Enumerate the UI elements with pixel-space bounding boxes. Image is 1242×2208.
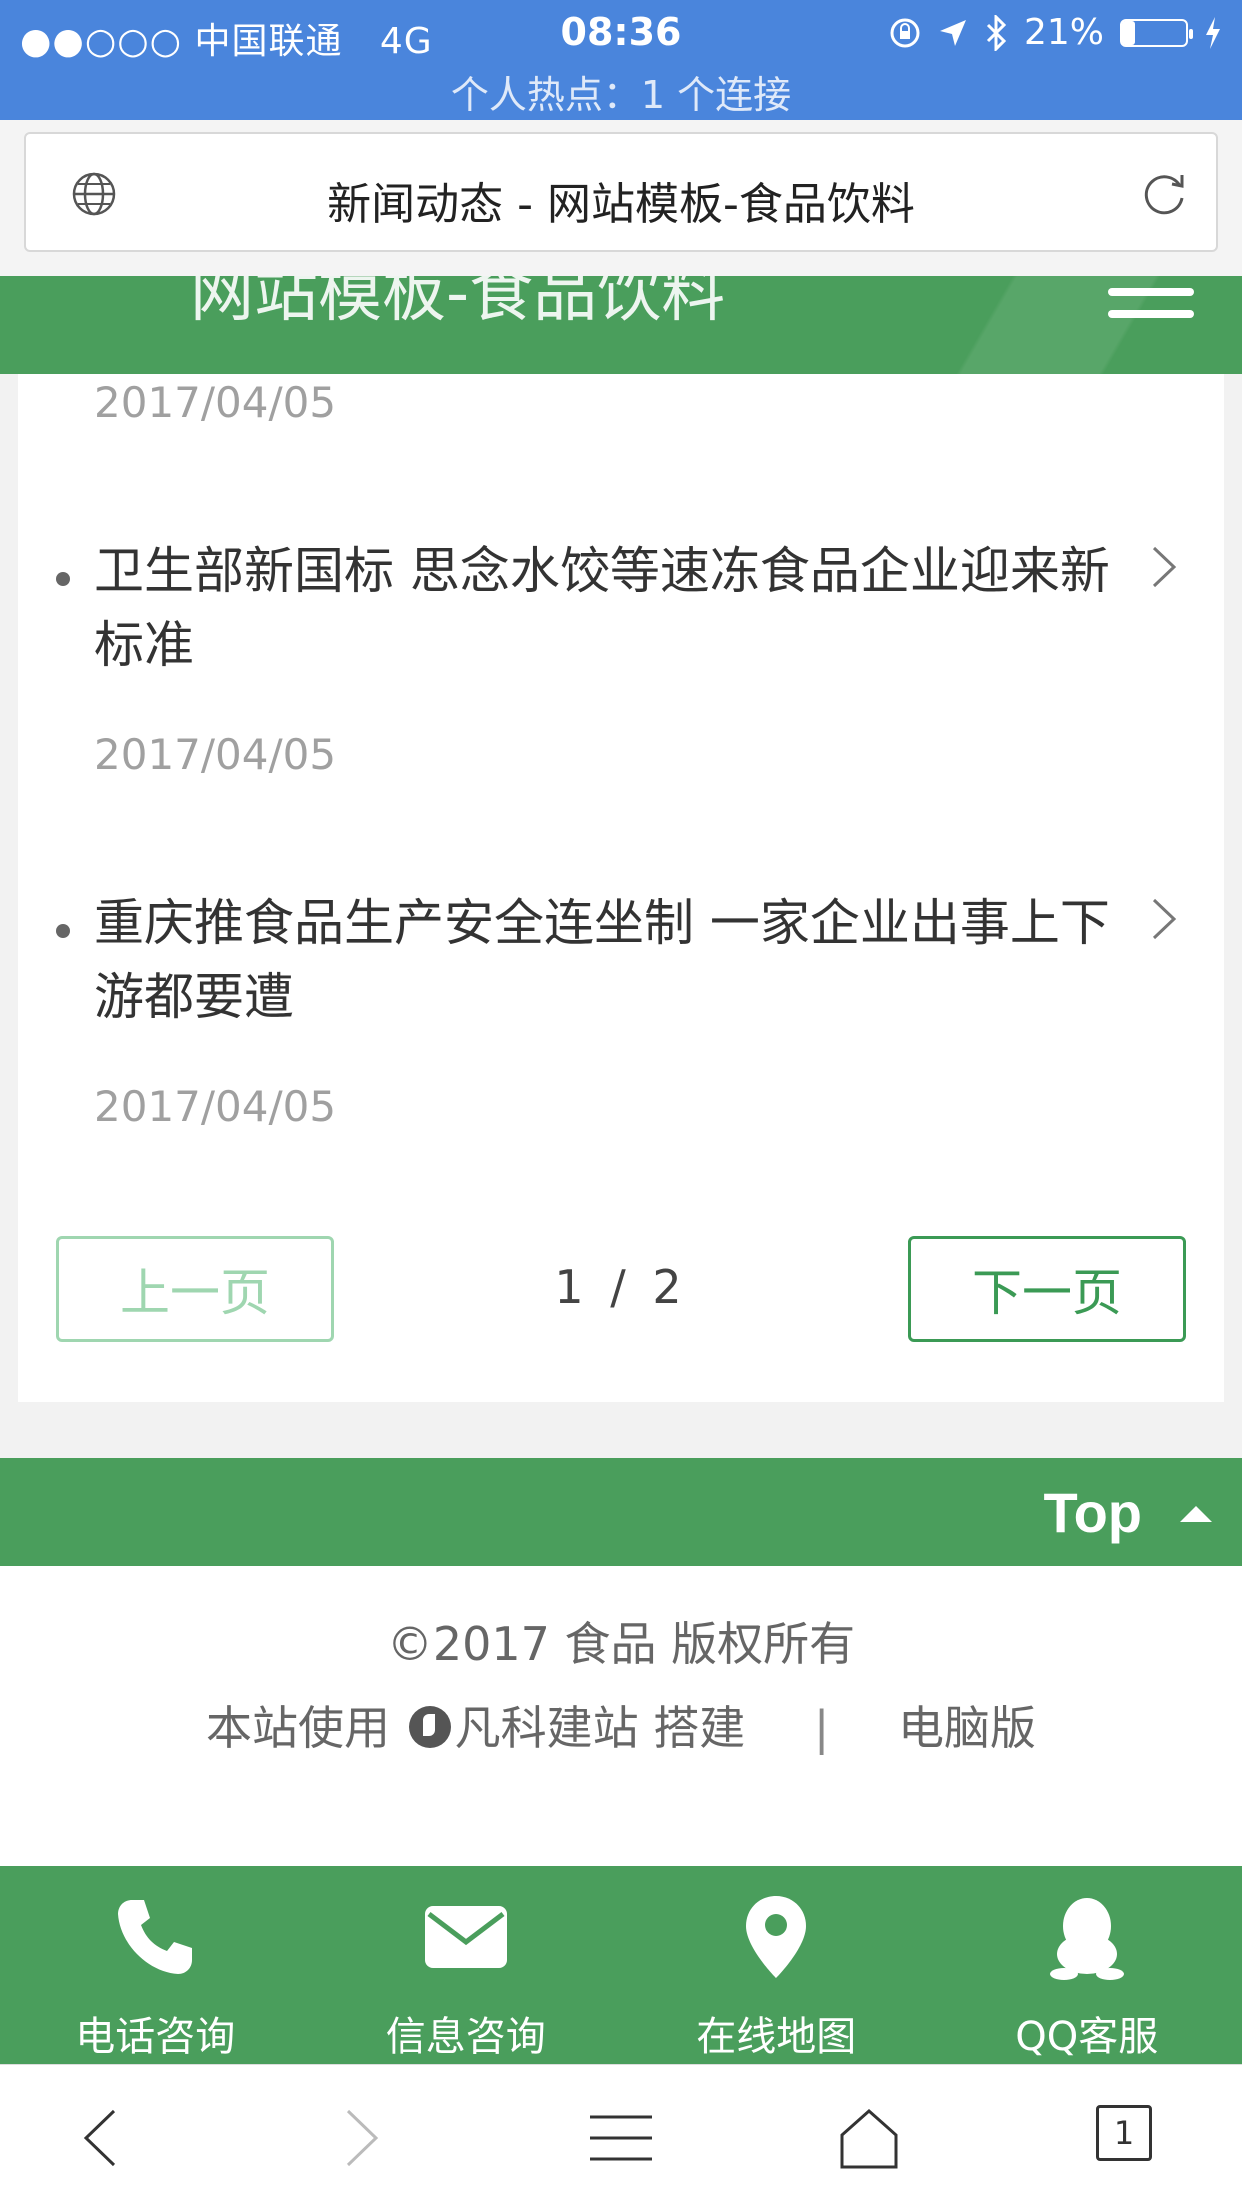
- news-title[interactable]: 卫生部新国标 思念水饺等速冻食品企业迎来新标准: [94, 534, 1114, 682]
- news-list: 2017/04/05 卫生部新国标 思念水饺等速冻食品企业迎来新标准 2017/…: [18, 374, 1224, 1402]
- powered-suffix: 搭建: [653, 1701, 746, 1755]
- page-title: 新闻动态 - 网站模板-食品饮料: [327, 179, 915, 230]
- news-date: 2017/04/05: [94, 1082, 337, 1131]
- bottom-nav: 电话咨询 信息咨询 在线地图 QQ客服: [0, 1866, 1242, 2064]
- powered-by: 本站使用 凡科建站 搭建 | 电脑版: [0, 1692, 1242, 1758]
- copyright: ©2017 食品 版权所有: [386, 1617, 856, 1671]
- reload-icon[interactable]: [1136, 166, 1192, 222]
- charging-bolt-icon: [1206, 16, 1220, 49]
- news-date: 2017/04/05: [94, 730, 337, 779]
- chevron-right-icon: [1152, 898, 1177, 940]
- menu-icon[interactable]: [586, 2103, 656, 2173]
- nav-label: 信息咨询: [385, 2014, 546, 2060]
- menu-line-icon: [1108, 288, 1194, 296]
- back-icon[interactable]: [68, 2103, 138, 2173]
- site-title[interactable]: 网站模板-食品饮料: [190, 276, 725, 334]
- qq-icon: [1049, 1898, 1124, 1980]
- location-arrow-icon: [939, 19, 966, 46]
- next-page-button[interactable]: 下一页: [908, 1236, 1186, 1342]
- nav-label: 在线地图: [696, 2014, 857, 2060]
- mail-icon: [424, 1906, 507, 1968]
- powered-brand-link[interactable]: 凡科建站: [455, 1701, 639, 1755]
- map-pin-icon: [746, 1896, 807, 1978]
- nav-phone[interactable]: 电话咨询: [0, 1866, 311, 2064]
- pagination: 上一页 1 / 2 下一页: [18, 1236, 1224, 1344]
- phone-icon: [118, 1900, 193, 1974]
- tabs-button[interactable]: 1: [1096, 2105, 1152, 2161]
- site-header: 网站模板-食品饮料: [0, 276, 1242, 374]
- status-bar: ●●○○○ 中国联通 4G 08:36 21% 个人热点：1 个连接: [0, 0, 1242, 120]
- browser-toolbar: 1: [0, 2064, 1242, 2208]
- back-to-top-bar: Top: [0, 1458, 1242, 1566]
- status-right: 21%: [888, 12, 1222, 53]
- nav-map[interactable]: 在线地图: [621, 1866, 932, 2064]
- footer: ©2017 食品 版权所有 本站使用 凡科建站 搭建 | 电脑版: [0, 1566, 1242, 1866]
- rotation-lock-icon: [890, 18, 920, 47]
- desktop-version-link[interactable]: 电脑版: [898, 1701, 1036, 1755]
- fanke-logo-icon: [408, 1706, 451, 1748]
- menu-line-icon: [1108, 310, 1194, 318]
- nav-message[interactable]: 信息咨询: [311, 1866, 622, 2064]
- arrow-up-icon[interactable]: [1180, 1506, 1212, 1522]
- divider: |: [813, 1701, 830, 1755]
- address-bar[interactable]: 新闻动态 - 网站模板-食品饮料: [24, 132, 1218, 252]
- news-title[interactable]: 重庆推食品生产安全连坐制 一家企业出事上下游都要遭: [94, 886, 1114, 1034]
- menu-button[interactable]: [1108, 288, 1194, 340]
- bullet-icon: [56, 924, 70, 938]
- powered-prefix: 本站使用: [206, 1701, 390, 1755]
- battery-percent: 21%: [1023, 12, 1104, 53]
- nav-label: QQ客服: [1015, 2014, 1159, 2060]
- home-icon[interactable]: [834, 2103, 904, 2173]
- back-to-top-button[interactable]: Top: [1044, 1480, 1142, 1545]
- chevron-right-icon: [1152, 546, 1177, 588]
- hotspot-banner[interactable]: 个人热点：1 个连接: [0, 64, 1242, 119]
- nav-qq[interactable]: QQ客服: [932, 1866, 1242, 2064]
- bluetooth-icon: [986, 14, 1007, 51]
- forward-icon[interactable]: [324, 2103, 394, 2173]
- news-date: 2017/04/05: [94, 378, 337, 427]
- nav-label: 电话咨询: [75, 2014, 236, 2060]
- address-bar-area: 新闻动态 - 网站模板-食品饮料: [0, 120, 1242, 276]
- battery-icon: [1120, 18, 1193, 47]
- bullet-icon: [56, 572, 70, 586]
